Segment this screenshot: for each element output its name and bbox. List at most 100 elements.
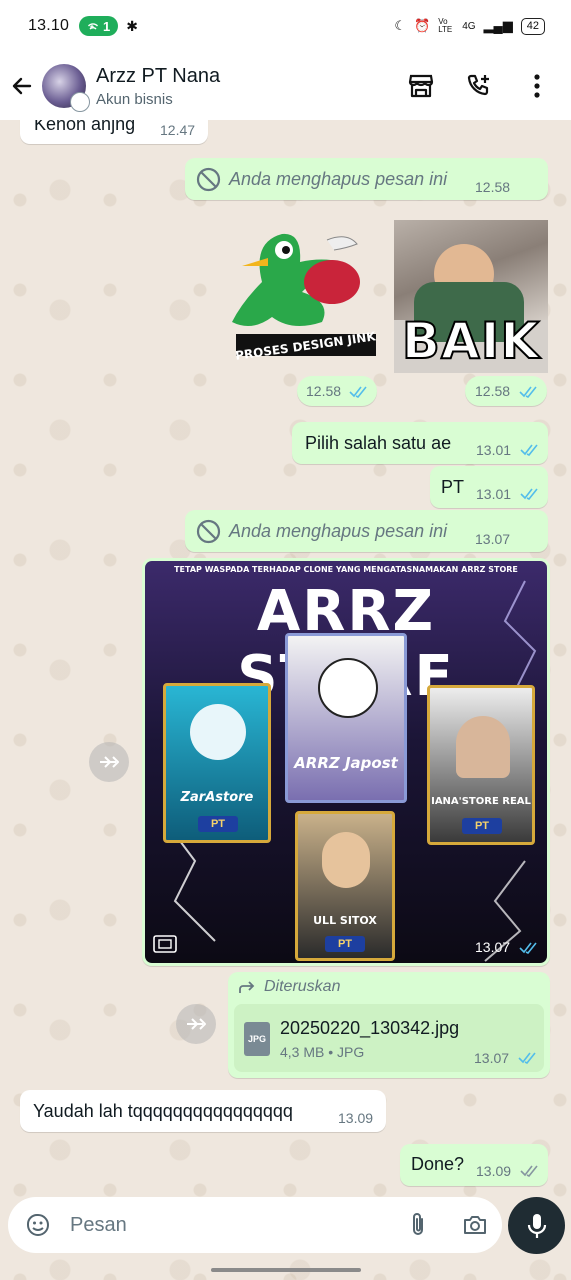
card-avatar [456, 716, 510, 778]
settings-dot-icon: ✱ [126, 17, 139, 34]
forward-icon [100, 756, 119, 768]
forward-icon [187, 1018, 206, 1030]
message-deleted[interactable]: Anda menghapus pesan ini 12.58 [185, 158, 548, 200]
message-outgoing[interactable]: Done? 13.09 [400, 1144, 548, 1186]
message-input[interactable]: Pesan [70, 1214, 127, 1237]
more-vertical-icon [534, 74, 540, 98]
forward-button[interactable] [176, 1004, 216, 1044]
card-label: ARRZ Japost [294, 754, 398, 772]
deleted-icon [196, 519, 221, 544]
back-arrow-icon [12, 77, 32, 95]
chat-header: Arzz PT Nana Akun bisnis [0, 52, 571, 120]
store-card-center: ARRZ Japost [285, 633, 407, 803]
camera-button[interactable] [460, 1211, 490, 1239]
voice-record-button[interactable] [508, 1197, 565, 1254]
network-label: 4G [462, 20, 476, 32]
message-time: 13.07 [475, 531, 511, 547]
forward-button[interactable] [89, 742, 129, 782]
message-deleted[interactable]: Anda menghapus pesan ini 13.07 [185, 510, 548, 552]
card-avatar [318, 658, 378, 718]
file-info: 4,3 MB • JPG [280, 1044, 365, 1060]
card-label: IANA'STORE REAL [431, 796, 531, 807]
sticker-image[interactable]: PROSES DESIGN JINK [222, 222, 382, 370]
alarm-icon: ⏰ [414, 18, 431, 33]
signal-icon: ▂▄▆ [483, 18, 513, 33]
moon-icon: ☾ [394, 18, 406, 33]
card-avatar [322, 832, 370, 888]
message-composer: Pesan [8, 1197, 502, 1253]
message-time: 12.58 [475, 179, 511, 195]
message-text: Pilih salah satu ae [305, 433, 452, 453]
battery-level: 42 [526, 20, 539, 32]
message-text: Done? [411, 1154, 465, 1174]
read-ticks-icon [519, 386, 537, 398]
status-time: 13.10 [28, 17, 70, 34]
message-incoming[interactable]: Yaudah lah tqqqqqqqqqqqqqqqq 13.09 [20, 1090, 386, 1132]
read-ticks-icon [520, 444, 538, 456]
store-card-left: ZarAstore PT [163, 683, 271, 843]
message-time: 12.58 [306, 383, 342, 399]
file-jpg-icon: JPG [244, 1022, 270, 1056]
avatar[interactable] [42, 64, 90, 112]
camera-icon [464, 1216, 486, 1234]
hotspot-count: 1 [103, 18, 111, 34]
contact-info[interactable]: Arzz PT Nana Akun bisnis [96, 65, 220, 108]
message-time: 13.07 [475, 939, 511, 955]
read-ticks-icon [519, 942, 537, 954]
status-bar: 13.10 1 ✱ ☾ ⏰ Vo LTE 4G ▂▄▆ 42 [0, 0, 571, 52]
store-icon [408, 74, 434, 98]
sticker-button[interactable] [18, 1205, 58, 1245]
mic-icon [527, 1213, 546, 1238]
sticker-time-pill: 12.58 [465, 376, 547, 406]
meme-caption: BAIK [401, 311, 541, 371]
message-time: 13.01 [476, 486, 512, 502]
battery-icon: 42 [520, 17, 545, 35]
document-card[interactable]: JPG 20250220_130342.jpg 4,3 MB • JPG 13.… [234, 1004, 544, 1072]
card-label: ULL SITOX [313, 914, 377, 927]
card-avatar [190, 704, 246, 760]
attach-button[interactable] [404, 1211, 432, 1239]
file-name: 20250220_130342.jpg [280, 1018, 460, 1038]
sticker-time-pill: 12.58 [297, 376, 377, 406]
more-options-button[interactable] [523, 72, 551, 100]
message-outgoing[interactable]: PT 13.01 [430, 466, 548, 508]
card-badge: PT [325, 936, 365, 952]
business-badge-icon [70, 92, 90, 112]
message-time: 12.47 [160, 122, 196, 138]
message-text: Anda menghapus pesan ini [229, 169, 448, 189]
hotspot-icon [88, 23, 99, 30]
card-label: ZarAstore [180, 790, 254, 805]
sticker-image[interactable]: BAIK [394, 220, 548, 373]
store-banner-image[interactable]: TETAP WASPADA TERHADAP CLONE YANG MENGAT… [145, 561, 547, 963]
message-text: Anda menghapus pesan ini [229, 521, 448, 541]
card-badge: PT [198, 816, 238, 832]
message-time: 13.09 [476, 1163, 512, 1179]
home-indicator[interactable] [211, 1268, 361, 1272]
sticker-icon [27, 1214, 49, 1236]
image-message[interactable]: TETAP WASPADA TERHADAP CLONE YANG MENGAT… [142, 558, 550, 966]
read-ticks-icon [518, 1052, 536, 1064]
store-card-bottom: ULL SITOX PT [295, 811, 395, 961]
add-call-button[interactable] [465, 72, 493, 100]
message-text: Yaudah lah tqqqqqqqqqqqqqqqq [33, 1101, 293, 1121]
image-hd-icon [153, 935, 177, 953]
store-card-right: IANA'STORE REAL PT [427, 685, 535, 845]
message-outgoing[interactable]: Pilih salah satu ae 13.01 [292, 422, 548, 464]
contact-subtitle: Akun bisnis [96, 90, 173, 108]
back-button[interactable] [2, 66, 42, 106]
message-time: 13.07 [474, 1050, 510, 1066]
message-time: 12.58 [475, 383, 511, 399]
contact-name: Arzz PT Nana [96, 64, 221, 87]
header-actions [407, 72, 551, 100]
read-ticks-icon [349, 386, 367, 398]
forwarded-arrow-icon [239, 981, 255, 993]
status-icons: ☾ ⏰ Vo LTE 4G ▂▄▆ 42 [394, 17, 545, 35]
document-message[interactable]: Diteruskan JPG 20250220_130342.jpg 4,3 M… [228, 972, 550, 1078]
forwarded-label: Diteruskan [264, 978, 341, 995]
bird-sticker-icon: PROSES DESIGN JINK [232, 233, 377, 363]
message-time: 13.09 [338, 1110, 374, 1126]
catalog-store-button[interactable] [407, 72, 435, 100]
message-text: PT [441, 477, 465, 497]
file-type-label: JPG [247, 1034, 266, 1044]
card-badge: PT [462, 818, 502, 834]
